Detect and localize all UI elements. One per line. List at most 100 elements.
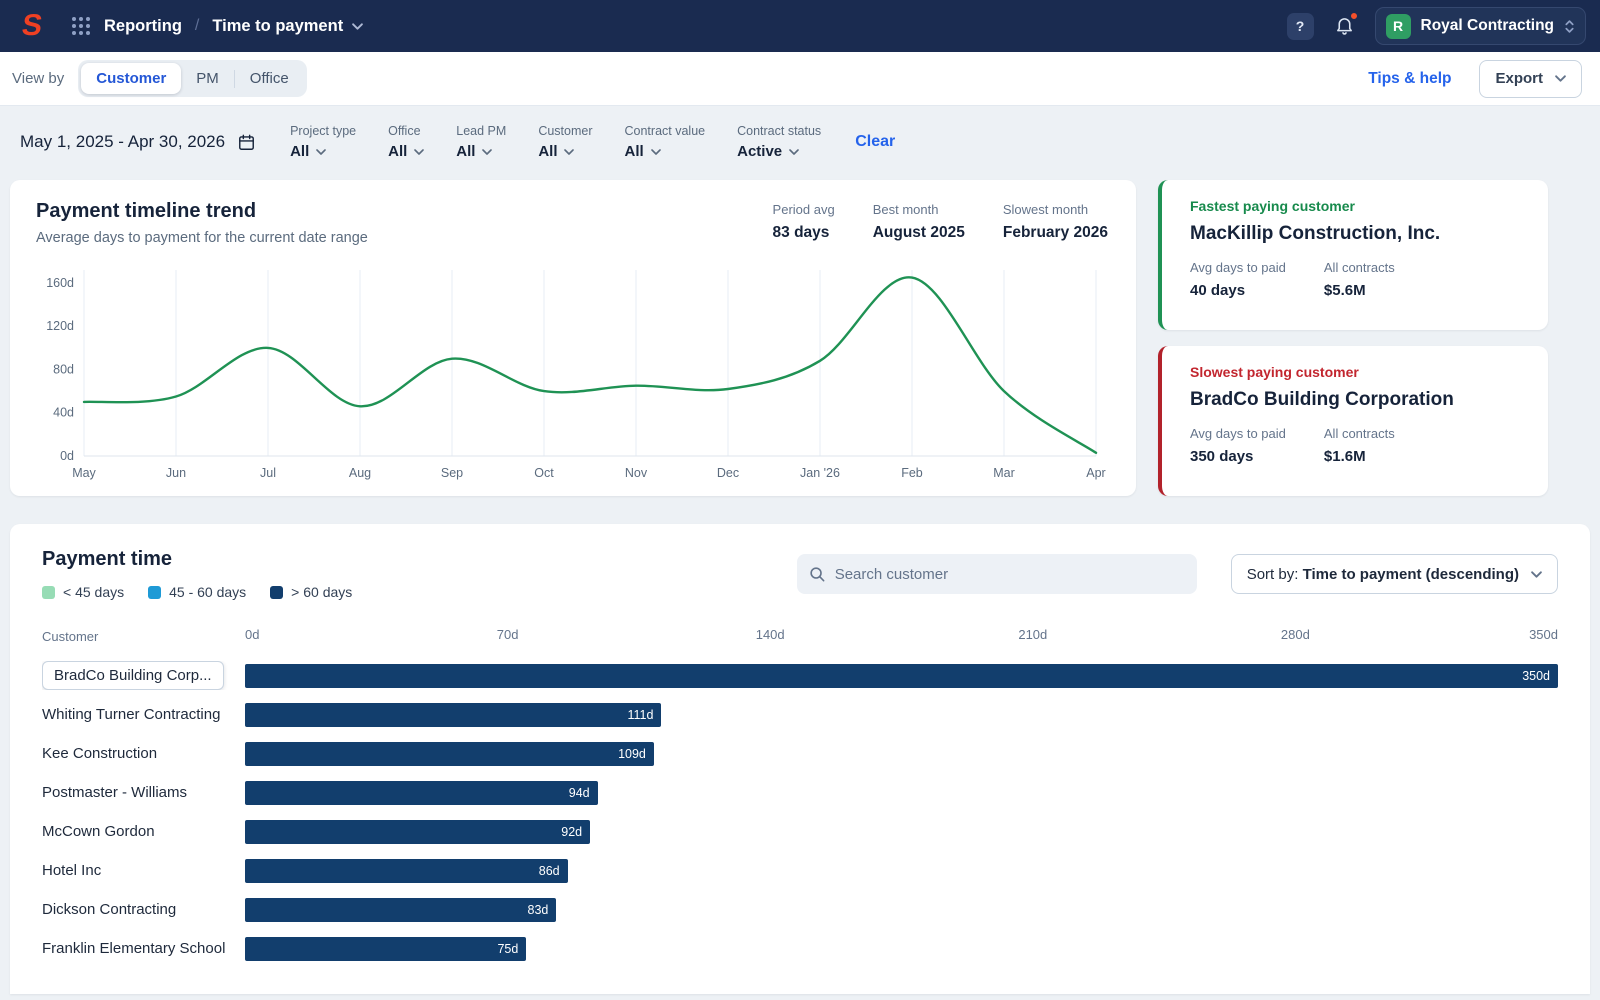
trend-stat-best-month: Best month August 2025 [873,202,965,242]
fastest-avg-days: Avg days to paid 40 days [1190,260,1286,299]
view-toolbar: View by Customer PM Office Tips & help E… [0,52,1600,106]
slowest-customer-name: BradCo Building Corporation [1190,389,1454,410]
table-row[interactable]: Kee Construction 109d [42,734,1558,773]
payment-bar[interactable]: 94d [245,780,598,805]
payment-timeline-card: Payment timeline trend Average days to p… [10,180,1136,496]
date-range-picker[interactable]: May 1, 2025 - Apr 30, 2026 [20,132,256,152]
table-row[interactable]: Postmaster - Williams 94d [42,773,1558,812]
breadcrumb-section[interactable]: Reporting [104,17,182,36]
filter-customer[interactable]: Customer All [538,124,592,160]
payment-bar[interactable]: 83d [245,897,557,922]
stat-label: Best month [872,202,939,217]
trend-stat-slowest-month: Slowest month February 2026 [1003,202,1108,242]
bar-track: 83d [245,897,1558,922]
slowest-label: Slowest paying customer [1190,364,1359,380]
filter-label: Contract value [624,124,706,138]
table-row[interactable]: McCown Gordon 92d [42,812,1558,851]
filter-label: Customer [538,124,593,138]
account-switcher[interactable]: R Royal Contracting [1374,7,1586,45]
payment-bar[interactable]: 350d [245,663,1558,688]
payment-time-title: Payment time [42,548,173,570]
table-row[interactable]: Franklin Elementary School 75d [42,929,1558,968]
search-icon [810,566,825,581]
bar-value-label: 75d [497,941,519,956]
customer-search[interactable] [796,554,1197,594]
bar-track: 109d [245,741,1558,766]
filter-office[interactable]: Office All [388,124,425,160]
axis-tick: 70d [496,627,519,642]
legend-swatch [148,585,162,599]
payment-bar[interactable]: 86d [245,858,568,883]
filter-lead-pm[interactable]: Lead PM All [456,124,506,160]
view-by-label: View by [12,70,65,87]
stat-value: $1.6M [1323,448,1366,465]
notifications-bell-icon[interactable] [1334,10,1359,39]
fastest-customer-card: Fastest paying customer MacKillip Constr… [1158,180,1548,330]
legend-label: > 60 days [291,584,353,600]
bar-track: 86d [245,858,1558,883]
filter-value: All [388,143,425,160]
highlights-column: Fastest paying customer MacKillip Constr… [1158,180,1548,496]
axis-tick: 0d [245,627,260,642]
svg-text:Aug: Aug [349,466,371,480]
svg-text:Oct: Oct [534,466,554,480]
payment-bar[interactable]: 111d [245,702,662,727]
svg-text:Sep: Sep [441,466,463,480]
bar-value-label: 109d [618,746,646,761]
stat-value: 40 days [1190,282,1246,299]
customer-name: Franklin Elementary School [42,940,226,957]
slowest-all-contracts: All contracts $1.6M [1324,426,1395,465]
payment-bar[interactable]: 75d [245,936,527,961]
stat-label: Avg days to paid [1190,260,1286,275]
svg-text:Nov: Nov [625,466,648,480]
bar-value-label: 86d [538,863,560,878]
svg-text:Jan '26: Jan '26 [800,466,840,480]
filter-value: All [290,143,356,160]
svg-text:Dec: Dec [717,466,739,480]
chevron-down-icon [352,22,364,30]
filter-contract-status[interactable]: Contract status Active [737,124,821,160]
date-range-value: May 1, 2025 - Apr 30, 2026 [20,132,226,151]
stat-label: Slowest month [1002,202,1089,217]
filter-label: Contract status [737,124,822,138]
filter-project-type[interactable]: Project type All [290,124,356,160]
chevron-down-icon [789,148,799,155]
filter-contract-value[interactable]: Contract value All [625,124,706,160]
legend-label: 45 - 60 days [169,584,247,600]
table-row[interactable]: Dickson Contracting 83d [42,890,1558,929]
slowest-avg-days: Avg days to paid 350 days [1190,426,1286,465]
customer-column-header: Customer [42,628,99,644]
sort-dropdown[interactable]: Sort by: Time to payment (descending) [1230,554,1558,594]
stat-label: All contracts [1323,260,1395,275]
segment-pm[interactable]: PM [181,63,234,94]
payment-bar[interactable]: 109d [245,741,654,766]
svg-text:0d: 0d [60,449,74,463]
report-selector[interactable]: Time to payment [212,17,364,36]
table-row[interactable]: Whiting Turner Contracting 111d [42,695,1558,734]
bar-track: 75d [245,936,1558,961]
legend-item: 45 - 60 days [148,584,246,600]
clear-filters-button[interactable]: Clear [855,133,895,151]
table-row[interactable]: BradCo Building Corp... 350d [42,656,1558,695]
export-button[interactable]: Export [1479,59,1582,98]
filter-label: Office [388,124,421,138]
stat-value: $5.6M [1323,282,1366,299]
apps-grid-icon[interactable] [72,17,90,35]
svg-text:40d: 40d [53,406,74,420]
chevron-down-icon [414,148,425,155]
stat-label: Avg days to paid [1190,426,1286,441]
siteline-logo[interactable]: S [14,8,50,44]
search-input[interactable] [834,565,1185,583]
help-icon[interactable]: ? [1286,12,1314,40]
segment-customer[interactable]: Customer [81,63,182,94]
table-row[interactable]: Hotel Inc 86d [42,851,1558,890]
segment-office[interactable]: Office [235,63,304,94]
axis-ticks: 0d 70d 140d 210d 280d 350d [245,626,1558,646]
legend-label: < 45 days [63,584,125,600]
payment-bar[interactable]: 92d [245,819,591,844]
tips-help-link[interactable]: Tips & help [1368,70,1451,88]
account-name: Royal Contracting [1420,17,1554,34]
stat-value: August 2025 [872,224,965,241]
bar-value-label: 83d [527,902,549,917]
chevron-down-icon [650,148,661,155]
